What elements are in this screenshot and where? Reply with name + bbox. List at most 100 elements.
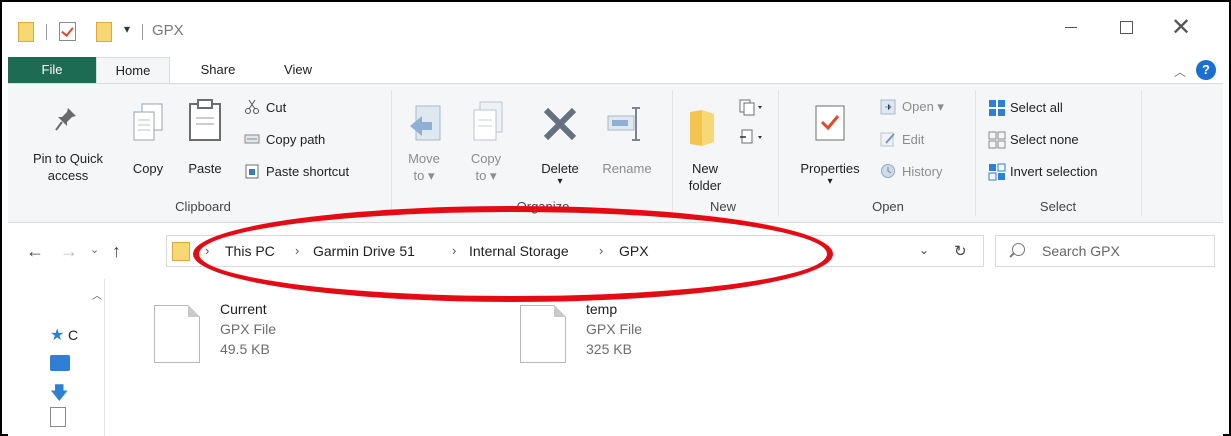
move-label-2: to ▾ [413,168,435,183]
file-size: 49.5 KB [220,341,270,357]
recent-locations-chevron-icon[interactable]: ⌄ [90,243,99,256]
cut-button[interactable]: Cut [244,96,286,118]
up-arrow-icon[interactable]: ↑ [112,241,121,262]
invert-selection-button[interactable]: Invert selection [988,160,1097,182]
history-button[interactable]: History [880,160,942,182]
file-icon [520,305,566,363]
pin-label-2: access [47,168,89,183]
select-group-label: Select [1039,199,1077,214]
select-all-button[interactable]: Select all [988,96,1063,118]
file-name: temp [586,301,618,317]
new-item-icon[interactable] [738,98,764,119]
back-arrow-icon[interactable]: ← [26,241,44,262]
delete-button[interactable]: Delete ▾ [532,160,588,187]
group-divider [975,90,976,216]
copy-to-label-2: to ▾ [475,168,497,183]
clipboard-group-label: Clipboard [175,199,231,214]
file-item-current[interactable]: Current GPX File 49.5 KB [154,301,454,371]
new-folder-label-2: folder [688,178,722,193]
easy-access-icon[interactable] [738,128,764,149]
edit-button[interactable]: Edit [880,128,924,150]
close-button[interactable]: ✕ [1158,8,1204,46]
select-none-button[interactable]: Select none [988,128,1079,150]
breadcrumb-gpx[interactable]: GPX [619,243,649,259]
group-divider [391,90,392,216]
pin-label-1: Pin to Quick [32,151,104,166]
cut-label: Cut [266,99,287,115]
tab-view[interactable]: View [270,57,326,83]
folder-icon[interactable] [18,22,34,42]
edit-label: Edit [902,131,925,147]
move-to-icon [408,104,442,147]
file-item-temp[interactable]: temp GPX File 325 KB [520,301,820,371]
copy-path-button[interactable]: Copy path [244,128,325,150]
group-divider [778,90,779,216]
group-divider [1141,90,1142,216]
rename-button[interactable]: Rename [594,160,660,177]
quick-access-item[interactable]: ★ C [50,325,78,345]
search-icon [1012,243,1025,256]
properties-button[interactable]: Properties ▾ [792,160,868,187]
copy-button[interactable]: Copy [126,160,170,177]
tab-file[interactable]: File [8,57,96,83]
documents-icon[interactable] [50,407,66,427]
group-divider [672,90,673,216]
navigation-pane: ︿ ★ C 🡇 [8,279,105,436]
window-title: GPX [152,22,184,39]
paste-shortcut-button[interactable]: Paste shortcut [244,160,349,182]
copy-to-button[interactable]: Copy to ▾ [464,150,508,184]
select-all-icon [988,99,1005,116]
select-all-label: Select all [1010,99,1063,115]
maximize-button[interactable] [1103,8,1149,46]
new-folder-icon[interactable] [96,22,112,42]
customize-toolbar-chevron-icon[interactable]: ▾ [124,22,130,36]
paste-shortcut-icon [244,163,260,179]
breadcrumb-garmin-drive[interactable]: Garmin Drive 51 [313,243,415,259]
file-list: Current GPX File 49.5 KB temp GPX File 3… [106,279,1223,436]
breadcrumb-separator[interactable]: › [599,243,603,258]
file-type: GPX File [220,321,277,337]
refresh-icon[interactable]: ↻ [954,242,967,260]
properties-check-icon[interactable] [59,22,76,41]
organize-group-label: Organize [516,199,570,214]
tab-home[interactable]: Home [96,57,170,83]
move-label-1: Move [408,151,440,166]
star-icon: ★ [50,327,65,344]
open-icon [880,99,896,115]
minimize-button[interactable] [1048,8,1094,46]
breadcrumb-this-pc[interactable]: This PC [225,243,275,259]
collapse-ribbon-chevron-icon[interactable]: ︿ [1174,63,1186,80]
help-icon[interactable]: ? [1196,60,1216,80]
paste-button[interactable]: Paste [182,160,228,177]
delete-x-icon [540,104,580,147]
scissors-icon [244,99,260,115]
search-box[interactable]: Search GPX [995,235,1215,267]
breadcrumb-separator[interactable]: › [205,243,209,258]
copy-to-label-1: Copy [470,151,502,166]
breadcrumb-separator[interactable]: › [452,243,456,258]
ribbon-tabs: File Home Share View ︿ ? [8,57,1223,83]
properties-dropdown-icon[interactable]: ▾ [792,177,868,187]
address-dropdown-chevron-icon[interactable]: ⌄ [919,243,929,257]
breadcrumb-internal-storage[interactable]: Internal Storage [469,243,569,259]
move-to-button[interactable]: Move to ▾ [402,150,446,184]
delete-dropdown-icon[interactable]: ▾ [532,177,588,187]
properties-label: Properties [800,161,860,176]
desktop-icon[interactable] [50,355,70,371]
address-bar[interactable]: › This PC › Garmin Drive 51 › Internal S… [166,235,984,267]
scroll-up-chevron-icon[interactable]: ︿ [92,287,102,302]
quick-access-label: C [67,327,79,343]
tab-share[interactable]: Share [188,57,248,83]
open-button[interactable]: Open ▾ [880,96,944,118]
folder-icon [172,242,190,261]
history-icon [880,163,896,179]
pin-to-quick-access-button[interactable]: Pin to Quick access [22,150,114,184]
select-none-icon [988,131,1006,149]
navigation-bar: ← → ⌄ ↑ › This PC › Garmin Drive 51 › In… [8,223,1223,279]
forward-arrow-icon[interactable]: → [60,241,78,262]
copy-path-label: Copy path [266,131,326,147]
select-none-label: Select none [1010,131,1079,147]
new-folder-icon [688,108,718,151]
new-folder-button[interactable]: New folder [680,160,730,194]
breadcrumb-separator[interactable]: › [295,243,299,258]
